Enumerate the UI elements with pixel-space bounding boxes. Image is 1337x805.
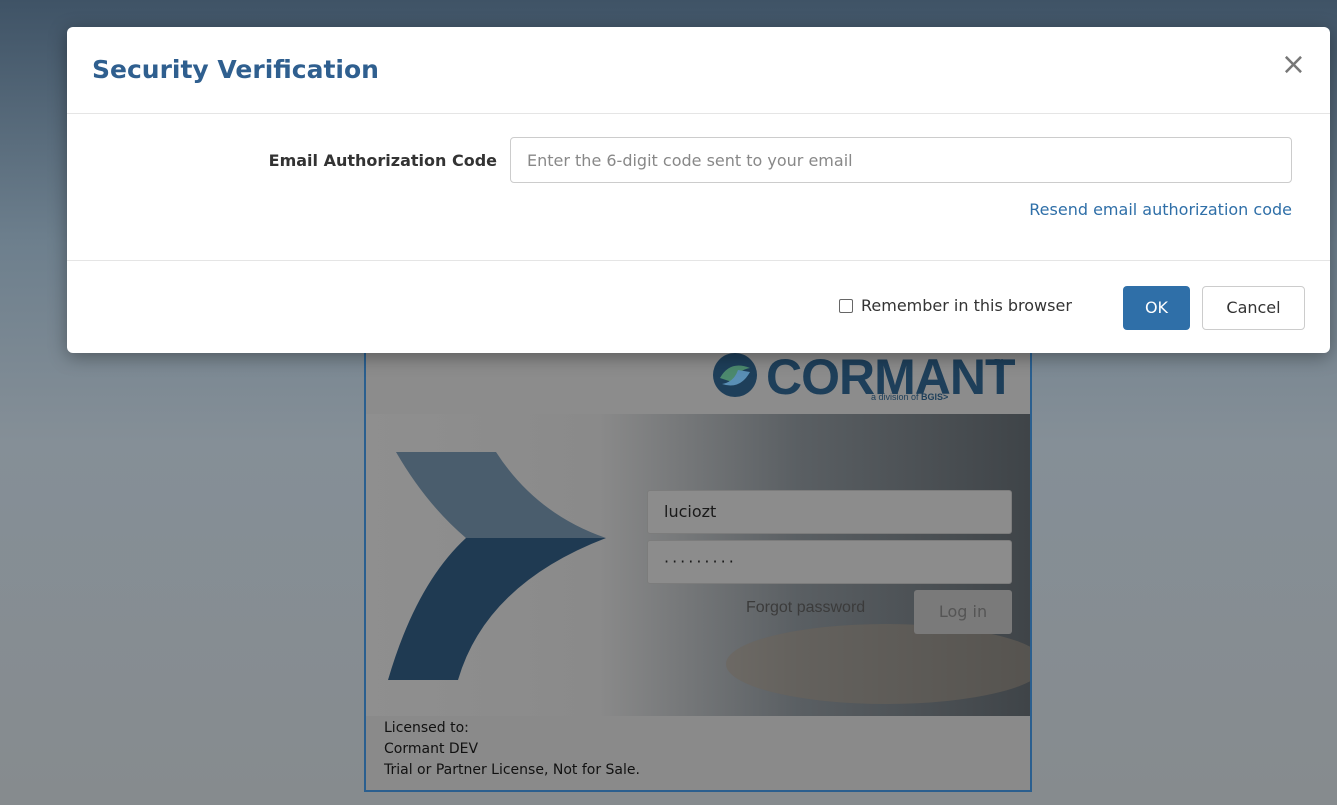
cancel-button[interactable]: Cancel	[1202, 286, 1305, 330]
logo-trademark: ™	[994, 358, 1004, 369]
ok-button[interactable]: OK	[1123, 286, 1190, 330]
remember-browser[interactable]: Remember in this browser	[839, 296, 1072, 315]
close-icon[interactable]: ×	[1281, 47, 1306, 82]
logo-subtitle-prefix: a division of	[871, 392, 922, 402]
modal-title: Security Verification	[92, 55, 379, 84]
logo-subtitle: a division of BGIS>	[871, 392, 948, 402]
license-line-2: Cormant DEV	[384, 741, 479, 757]
logo-subtitle-brand: BGIS>	[921, 392, 949, 402]
email-code-input[interactable]	[510, 137, 1292, 183]
license-line-1: Licensed to:	[384, 720, 469, 736]
resend-code-link[interactable]: Resend email authorization code	[1029, 200, 1292, 219]
password-field[interactable]: ·········	[647, 540, 1012, 584]
remember-checkbox[interactable]	[839, 298, 853, 313]
license-info: Licensed to: Cormant DEV Trial or Partne…	[384, 718, 640, 781]
security-verification-modal: Security Verification × Email Authorizat…	[67, 27, 1330, 353]
modal-footer: Remember in this browser OK Cancel	[67, 260, 1330, 354]
username-field[interactable]: luciozt	[647, 490, 1012, 534]
forgot-password-link[interactable]: Forgot password	[746, 599, 865, 617]
cormant-logo-icon	[713, 353, 757, 397]
license-line-3: Trial or Partner License, Not for Sale.	[384, 762, 640, 778]
login-button[interactable]: Log in	[914, 590, 1012, 634]
hero-image: luciozt ········· Forgot password Log in	[366, 414, 1030, 716]
login-card: CORMANT ™ a division of BGIS> luciozt ··…	[364, 300, 1032, 792]
code-label: Email Authorization Code	[268, 151, 497, 170]
remember-label: Remember in this browser	[861, 296, 1072, 315]
modal-header: Security Verification ×	[67, 27, 1330, 114]
